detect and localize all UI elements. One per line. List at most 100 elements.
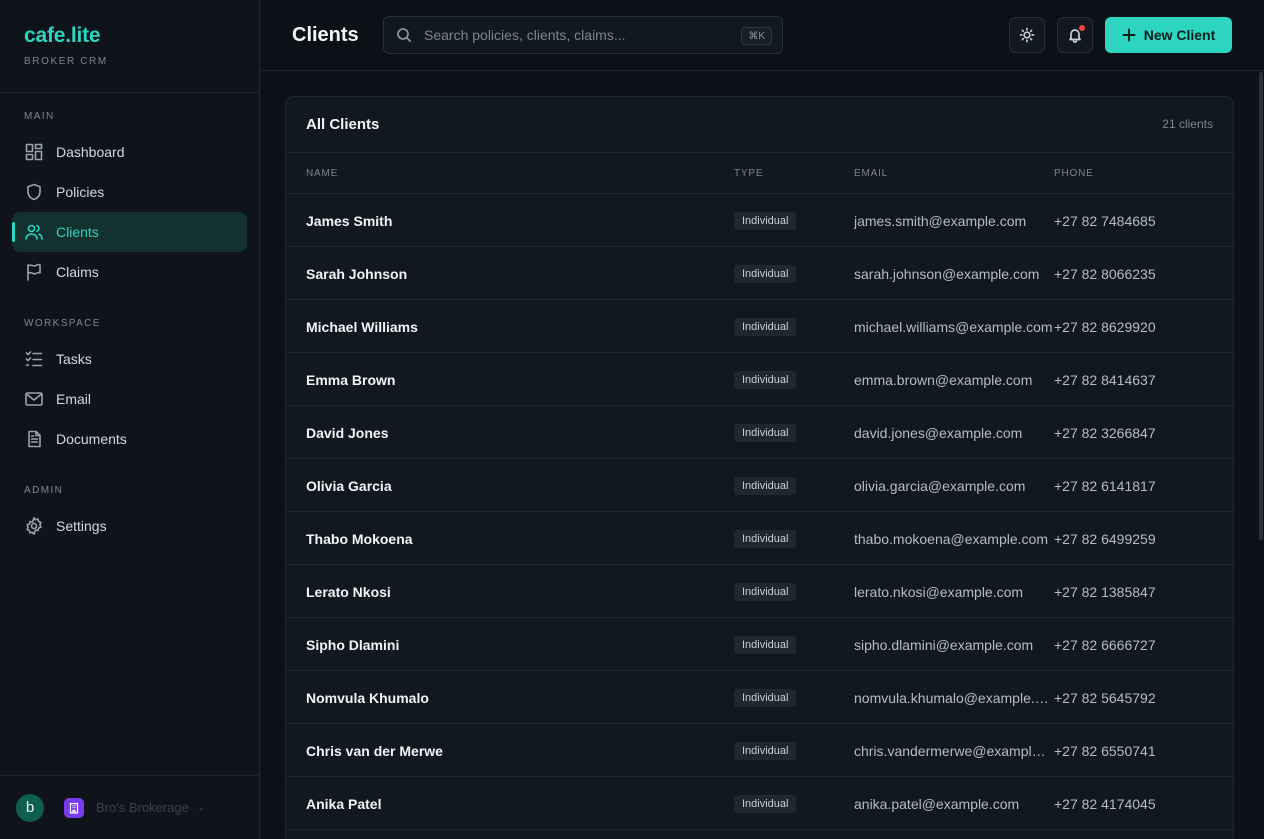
table-row[interactable]: Nomvula Khumalo Individual nomvula.khumalo… <box>286 671 1233 724</box>
theme-toggle-button[interactable] <box>1009 17 1045 53</box>
client-phone: +27 82 6550741 <box>1054 743 1156 759</box>
avatar[interactable]: b <box>16 793 44 822</box>
clients-card: All Clients 21 clients NAME TYPE EMAIL P… <box>285 96 1234 839</box>
flag-icon <box>27 263 41 281</box>
client-type-badge: Individual <box>734 795 797 813</box>
column-header-email[interactable]: EMAIL <box>854 168 888 179</box>
scrollbar-thumb[interactable] <box>1259 72 1263 540</box>
new-client-button[interactable]: New Client <box>1105 17 1232 53</box>
client-name: Chris van der Merwe <box>306 743 443 759</box>
client-name: Olivia Garcia <box>306 478 392 494</box>
sidebar-item-policies[interactable]: Policies <box>12 172 247 212</box>
brand-name[interactable]: cafe.lite <box>24 24 235 48</box>
sidebar-item-dashboard[interactable]: Dashboard <box>12 132 247 172</box>
client-type-badge: Individual <box>734 689 797 707</box>
client-email: sipho.dlamini@example.com <box>854 637 1034 653</box>
dashboard-icon <box>25 143 43 161</box>
client-email: nomvula.khumalo@example.com <box>854 690 1053 706</box>
column-header-phone[interactable]: PHONE <box>1054 168 1094 179</box>
client-phone: +27 82 8066235 <box>1054 266 1156 282</box>
client-type-badge: Individual <box>734 265 797 283</box>
search-shortcut-hint: ⌘K <box>741 27 772 45</box>
table-row[interactable]: Olivia Garcia Individual olivia.garcia@exa… <box>286 459 1233 512</box>
users-icon <box>25 224 43 240</box>
column-header-name[interactable]: NAME <box>306 168 338 179</box>
shield-icon <box>27 183 41 201</box>
table-row[interactable]: Thabo Mokoena Individual thabo.mokoena@exa… <box>286 512 1233 565</box>
client-phone: +27 82 4174045 <box>1054 796 1156 812</box>
client-name: Sipho Dlamini <box>306 637 400 653</box>
search-box[interactable]: ⌘K <box>383 16 783 54</box>
sidebar-item-email[interactable]: Email <box>12 379 247 419</box>
brand-subtitle: BROKER CRM <box>24 56 108 67</box>
client-type-badge: Individual <box>734 583 797 601</box>
search-icon <box>397 28 412 43</box>
client-phone: +27 82 6141817 <box>1054 478 1156 494</box>
client-phone: +27 82 3266847 <box>1054 425 1156 441</box>
sidebar-item-settings[interactable]: Settings <box>12 506 247 546</box>
column-header-type[interactable]: TYPE <box>734 168 763 179</box>
client-email: anika.patel@example.com <box>854 796 1020 812</box>
search-input[interactable] <box>424 27 734 43</box>
sidebar-item-label: Documents <box>56 431 127 447</box>
building-icon <box>64 797 84 818</box>
client-email: sarah.johnson@example.com <box>854 266 1040 282</box>
top-bar: Clients ⌘K New Client <box>260 0 1264 71</box>
sidebar-item-tasks[interactable]: Tasks <box>12 339 247 379</box>
client-phone: +27 82 8629920 <box>1054 319 1156 335</box>
client-phone: +27 82 7484685 <box>1054 213 1156 229</box>
client-email: thabo.mokoena@example.com <box>854 531 1048 547</box>
org-switcher[interactable]: b Bro's Brokerage ⌄ <box>0 775 259 839</box>
chevron-down-icon: ⌄ <box>196 802 206 813</box>
client-email: lerato.nkosi@example.com <box>854 584 1024 600</box>
client-type-badge: Individual <box>734 371 797 389</box>
client-phone: +27 82 6499259 <box>1054 531 1156 547</box>
sidebar-item-label: Policies <box>56 184 105 200</box>
table-row[interactable]: Lerato Nkosi Individual lerato.nkosi@examp… <box>286 565 1233 618</box>
nav-section-admin: ADMIN <box>24 485 64 496</box>
client-name: Lerato Nkosi <box>306 584 391 600</box>
client-name: Michael Williams <box>306 319 418 335</box>
table-row[interactable]: Sipho Dlamini Individual sipho.dlamini@exa… <box>286 618 1233 671</box>
client-name: James Smith <box>306 213 393 229</box>
client-email: emma.brown@example.com <box>854 372 1033 388</box>
sidebar: cafe.lite BROKER CRM MAIN Dashboard Poli… <box>0 0 260 839</box>
client-type-badge: Individual <box>734 212 797 230</box>
table-row[interactable]: Sarah Johnson Individual sarah.johnson@exa… <box>286 247 1233 300</box>
card-title: All Clients <box>306 116 380 133</box>
brand: cafe.lite BROKER CRM <box>0 0 259 93</box>
document-icon <box>28 430 41 448</box>
client-type-badge: Individual <box>734 530 797 548</box>
table-header: NAME TYPE EMAIL PHONE <box>286 153 1233 194</box>
client-type-badge: Individual <box>734 318 797 336</box>
client-email: olivia.garcia@example.com <box>854 478 1026 494</box>
client-name: David Jones <box>306 425 389 441</box>
sidebar-item-clients[interactable]: Clients <box>12 212 247 252</box>
sidebar-item-claims[interactable]: Claims <box>12 252 247 292</box>
sidebar-item-label: Tasks <box>56 351 92 367</box>
tasks-icon <box>25 351 43 367</box>
card-header: All Clients 21 clients <box>286 97 1233 153</box>
client-type-badge: Individual <box>734 742 797 760</box>
notifications-button[interactable] <box>1057 17 1093 53</box>
table-row[interactable]: James Smith Individual james.smith@example… <box>286 194 1233 247</box>
sidebar-item-label: Clients <box>56 224 99 240</box>
client-type-badge: Individual <box>734 636 797 654</box>
client-type-badge: Individual <box>734 424 797 442</box>
sidebar-item-label: Email <box>56 391 92 407</box>
table-row[interactable]: David Jones Individual david.jones@example… <box>286 406 1233 459</box>
sidebar-item-documents[interactable]: Documents <box>12 419 247 459</box>
page-title: Clients <box>292 24 359 46</box>
table-row[interactable]: Emma Brown Individual emma.brown@example.c… <box>286 353 1233 406</box>
table-row[interactable]: Chris van der Merwe Individual chris.vande… <box>286 724 1233 777</box>
scrollbar[interactable] <box>1258 72 1264 839</box>
client-email: michael.williams@example.com <box>854 319 1053 335</box>
client-name: Emma Brown <box>306 372 396 388</box>
client-phone: +27 82 1385847 <box>1054 584 1156 600</box>
client-name: Nomvula Khumalo <box>306 690 429 706</box>
sun-icon <box>1019 27 1035 43</box>
new-client-label: New Client <box>1143 27 1216 43</box>
table-row[interactable]: Michael Williams Individual michael.willia… <box>286 300 1233 353</box>
client-name: Sarah Johnson <box>306 266 408 282</box>
table-row[interactable]: Anika Patel Individual anika.patel@example… <box>286 777 1233 830</box>
